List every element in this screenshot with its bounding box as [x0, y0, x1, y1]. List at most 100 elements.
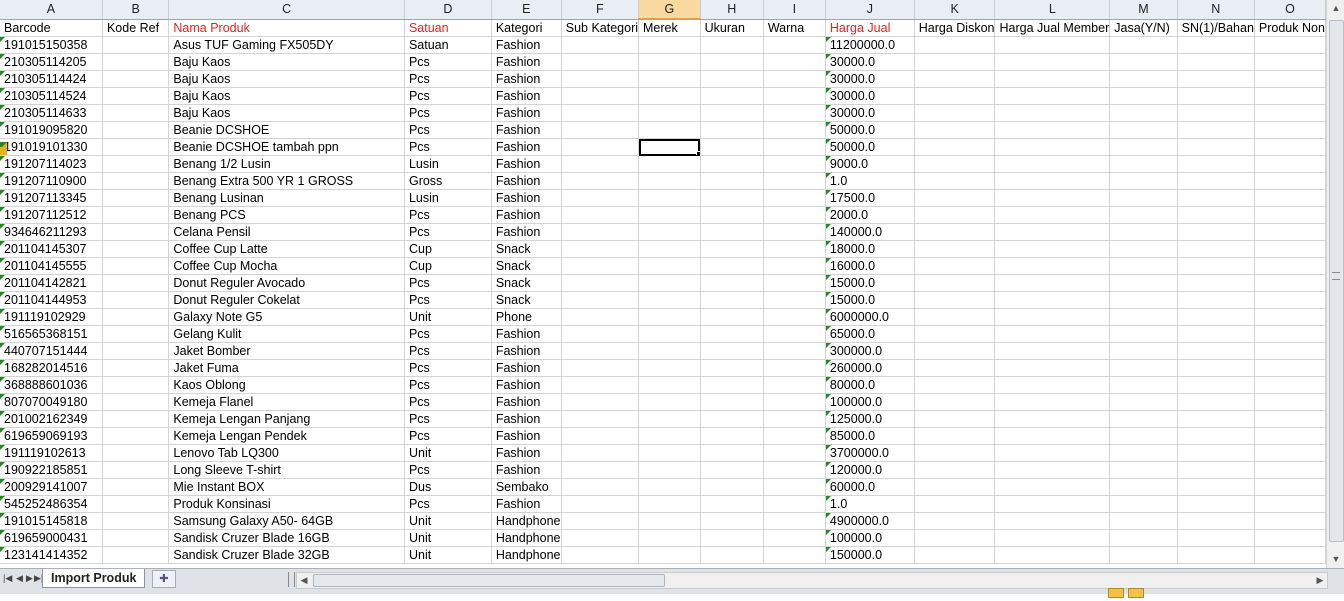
- cell-a6[interactable]: 210305114633: [0, 104, 103, 122]
- cell-a5[interactable]: 210305114524: [0, 87, 103, 105]
- cell-i21[interactable]: [763, 359, 826, 377]
- cell-i32[interactable]: [763, 546, 826, 564]
- cell-g22[interactable]: [638, 376, 701, 394]
- cell-f3[interactable]: [561, 53, 640, 71]
- cell-g25[interactable]: [638, 427, 701, 445]
- cell-g7[interactable]: [638, 121, 701, 139]
- cell-l20[interactable]: [994, 342, 1111, 360]
- cell-i30[interactable]: [763, 512, 826, 530]
- column-header-m[interactable]: M: [1109, 0, 1178, 20]
- cell-l11[interactable]: [994, 189, 1111, 207]
- cell-f13[interactable]: [561, 223, 640, 241]
- cell-n29[interactable]: [1177, 495, 1255, 513]
- cell-c27[interactable]: Long Sleeve T-shirt: [168, 461, 405, 479]
- cell-h30[interactable]: [700, 512, 764, 530]
- cell-m28[interactable]: [1109, 478, 1178, 496]
- cell-e24[interactable]: Fashion: [491, 410, 562, 428]
- cell-o18[interactable]: [1254, 308, 1326, 326]
- cell-e20[interactable]: Fashion: [491, 342, 562, 360]
- cell-o20[interactable]: [1254, 342, 1326, 360]
- cell-a25[interactable]: 619659069193: [0, 427, 103, 445]
- cell-a29[interactable]: 545252486354: [0, 495, 103, 513]
- cell-j31[interactable]: 100000.0: [825, 529, 915, 547]
- cell-j11[interactable]: 17500.0: [825, 189, 915, 207]
- cell-f17[interactable]: [561, 291, 640, 309]
- cell-a16[interactable]: 201104142821: [0, 274, 103, 292]
- cell-h27[interactable]: [700, 461, 764, 479]
- cell-g30[interactable]: [638, 512, 701, 530]
- cell-a10[interactable]: 191207110900: [0, 172, 103, 190]
- cell-k16[interactable]: [914, 274, 996, 292]
- cell-o14[interactable]: [1254, 240, 1326, 258]
- cell-e7[interactable]: Fashion: [491, 121, 562, 139]
- cell-e9[interactable]: Fashion: [491, 155, 562, 173]
- cell-k18[interactable]: [914, 308, 996, 326]
- cell-k10[interactable]: [914, 172, 996, 190]
- cell-f6[interactable]: [561, 104, 640, 122]
- cell-b21[interactable]: [102, 359, 170, 377]
- cell-f32[interactable]: [561, 546, 640, 564]
- cell-g20[interactable]: [638, 342, 701, 360]
- cell-b2[interactable]: [102, 36, 170, 54]
- cell-m19[interactable]: [1109, 325, 1178, 343]
- cell-c3[interactable]: Baju Kaos: [168, 53, 405, 71]
- cell-h18[interactable]: [700, 308, 764, 326]
- cell-l28[interactable]: [994, 478, 1111, 496]
- cell-l10[interactable]: [994, 172, 1111, 190]
- cell-j6[interactable]: 30000.0: [825, 104, 915, 122]
- cell-j26[interactable]: 3700000.0: [825, 444, 915, 462]
- cell-o15[interactable]: [1254, 257, 1326, 275]
- cell-k19[interactable]: [914, 325, 996, 343]
- cell-m32[interactable]: [1109, 546, 1178, 564]
- cell-n20[interactable]: [1177, 342, 1255, 360]
- column-header-j[interactable]: J: [825, 0, 915, 20]
- cell-o17[interactable]: [1254, 291, 1326, 309]
- cell-h21[interactable]: [700, 359, 764, 377]
- cell-l17[interactable]: [994, 291, 1111, 309]
- cell-l30[interactable]: [994, 512, 1111, 530]
- cell-j19[interactable]: 65000.0: [825, 325, 915, 343]
- cell-k32[interactable]: [914, 546, 996, 564]
- cell-m3[interactable]: [1109, 53, 1178, 71]
- cell-b15[interactable]: [102, 257, 170, 275]
- cell-k20[interactable]: [914, 342, 996, 360]
- cell-o6[interactable]: [1254, 104, 1326, 122]
- cell-o3[interactable]: [1254, 53, 1326, 71]
- cell-d21[interactable]: Pcs: [404, 359, 492, 377]
- cell-g18[interactable]: [638, 308, 701, 326]
- cell-f19[interactable]: [561, 325, 640, 343]
- cell-o30[interactable]: [1254, 512, 1326, 530]
- cell-m7[interactable]: [1109, 121, 1178, 139]
- cell-o9[interactable]: [1254, 155, 1326, 173]
- prev-sheet-icon[interactable]: ◀: [16, 573, 23, 584]
- cell-i8[interactable]: [763, 138, 826, 156]
- cell-l6[interactable]: [994, 104, 1111, 122]
- cell-b31[interactable]: [102, 529, 170, 547]
- cell-b30[interactable]: [102, 512, 170, 530]
- cell-e19[interactable]: Fashion: [491, 325, 562, 343]
- cell-f10[interactable]: [561, 172, 640, 190]
- column-header-d[interactable]: D: [404, 0, 492, 20]
- cell-c17[interactable]: Donut Reguler Cokelat: [168, 291, 405, 309]
- cell-j27[interactable]: 120000.0: [825, 461, 915, 479]
- column-header-f[interactable]: F: [561, 0, 640, 20]
- column-header-l[interactable]: L: [994, 0, 1111, 20]
- cell-j25[interactable]: 85000.0: [825, 427, 915, 445]
- cell-n5[interactable]: [1177, 87, 1255, 105]
- cell-f7[interactable]: [561, 121, 640, 139]
- cell-h17[interactable]: [700, 291, 764, 309]
- cell-i20[interactable]: [763, 342, 826, 360]
- cell-i14[interactable]: [763, 240, 826, 258]
- cell-f18[interactable]: [561, 308, 640, 326]
- cell-o32[interactable]: [1254, 546, 1326, 564]
- cell-d16[interactable]: Pcs: [404, 274, 492, 292]
- cell-a31[interactable]: 619659000431: [0, 529, 103, 547]
- cell-h12[interactable]: [700, 206, 764, 224]
- header-cell-f[interactable]: Sub Kategori: [561, 19, 640, 37]
- cell-j30[interactable]: 4900000.0: [825, 512, 915, 530]
- cell-d7[interactable]: Pcs: [404, 121, 492, 139]
- cell-g28[interactable]: [638, 478, 701, 496]
- cell-f31[interactable]: [561, 529, 640, 547]
- cell-h24[interactable]: [700, 410, 764, 428]
- cell-a3[interactable]: 210305114205: [0, 53, 103, 71]
